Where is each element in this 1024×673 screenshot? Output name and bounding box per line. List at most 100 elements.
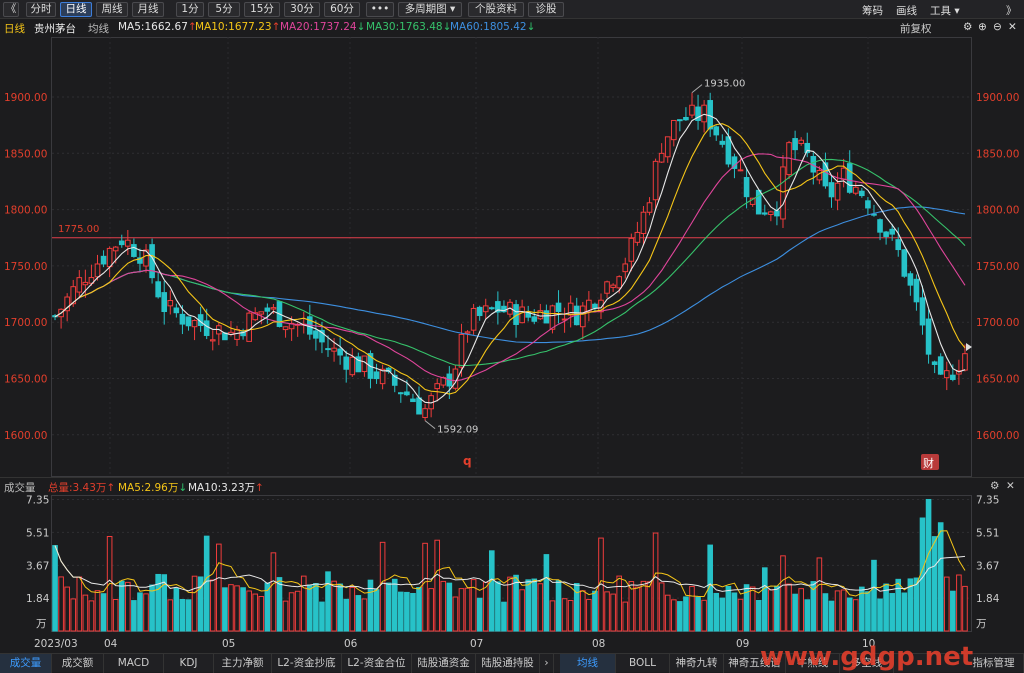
- volume-bar: [270, 552, 277, 632]
- volume-bar: [118, 580, 125, 632]
- ma20-line: [54, 153, 966, 382]
- candle-body: [725, 136, 732, 165]
- candle-body: [743, 177, 750, 198]
- volume-bar: [658, 582, 665, 632]
- volume-bar: [901, 592, 908, 632]
- candle-body: [707, 100, 713, 130]
- stock-info-button[interactable]: 个股资料: [468, 2, 524, 17]
- more-button[interactable]: •••: [366, 2, 394, 17]
- candle-body: [683, 117, 689, 121]
- candle-body: [373, 371, 380, 380]
- volume-bar: [646, 581, 653, 632]
- ma-value-3: MA20:1737.24↓: [280, 21, 366, 33]
- volume-bar: [300, 575, 307, 632]
- volume-bar: [931, 536, 938, 632]
- tab-11[interactable]: BOLL: [616, 654, 670, 673]
- tab-3[interactable]: KDJ: [164, 654, 214, 673]
- candle-body: [719, 140, 726, 145]
- volume-bar: [228, 584, 234, 632]
- volume-close-icon[interactable]: ✕: [1006, 480, 1015, 492]
- tab-1[interactable]: 成交额: [52, 654, 104, 673]
- chips-button[interactable]: 筹码: [862, 3, 883, 18]
- q-marker[interactable]: q: [463, 454, 472, 468]
- candle-body: [931, 361, 938, 365]
- candle-body: [482, 305, 489, 313]
- volume-bar: [355, 595, 362, 632]
- month-label: 06: [344, 638, 358, 650]
- daily-button[interactable]: 日线: [60, 2, 92, 17]
- volume-bar: [883, 583, 889, 632]
- candle-body: [131, 244, 137, 257]
- tab-9[interactable]: ›: [540, 654, 554, 673]
- volume-chart[interactable]: 7.35 7.35 5.51 5.51 3.67 3.67 1.84 1.84 万 万 2023/0…: [0, 494, 1024, 653]
- volume-settings-icon[interactable]: ⚙: [990, 480, 999, 492]
- tab-12[interactable]: 神奇九转: [670, 654, 724, 673]
- volume-bar: [719, 597, 726, 632]
- tab-5[interactable]: L2-资金抄底: [272, 654, 342, 673]
- period-label: 日线: [4, 23, 25, 35]
- candle-body: [549, 305, 556, 330]
- tools-button[interactable]: 工具 ▾: [930, 3, 960, 18]
- diagnose-button[interactable]: 诊股: [528, 2, 564, 17]
- volume-bar: [337, 583, 343, 632]
- price-chart[interactable]: 1900.00 1900.00 1850.00 1850.00 1800.00 1800.…: [0, 37, 1024, 477]
- settings-icon[interactable]: ⚙: [963, 21, 972, 33]
- tab-7[interactable]: 陆股通资金: [412, 654, 476, 673]
- nav-back-button[interactable]: 《: [3, 2, 19, 17]
- volume-bar: [173, 587, 180, 632]
- volume-bar: [422, 542, 428, 632]
- draw-line-button[interactable]: 画线: [896, 3, 917, 18]
- volume-bar: [701, 599, 707, 632]
- candle-body: [852, 186, 859, 194]
- ma-label[interactable]: 均线: [88, 21, 109, 36]
- volume-bar: [810, 581, 817, 632]
- volume-bar: [428, 588, 434, 632]
- candle-body: [592, 303, 598, 309]
- candle-body: [865, 200, 871, 209]
- candle-body: [895, 239, 902, 251]
- price-tick-left: 1650.00: [4, 374, 47, 386]
- price-tick-right: 1650.00: [976, 374, 1019, 386]
- candle-body: [258, 311, 265, 315]
- tab-0[interactable]: 成交量: [0, 654, 52, 673]
- 60min-button[interactable]: 60分: [324, 2, 360, 17]
- volume-bar: [604, 591, 610, 632]
- volume-bar: [513, 574, 519, 632]
- volume-bar: [549, 600, 556, 632]
- candle-body: [628, 237, 635, 262]
- adjust-button[interactable]: 前复权: [900, 21, 932, 36]
- monthly-button[interactable]: 月线: [132, 2, 164, 17]
- 15min-button[interactable]: 15分: [244, 2, 280, 17]
- volume-bar: [804, 599, 811, 632]
- volume-tick-right: 1.84: [976, 593, 1000, 605]
- 30min-button[interactable]: 30分: [284, 2, 320, 17]
- tab-4[interactable]: 主力净额: [214, 654, 272, 673]
- nav-forward-button[interactable]: 》: [1006, 3, 1017, 18]
- intraday-button[interactable]: 分时: [26, 2, 56, 17]
- fin-marker[interactable]: 财: [923, 456, 934, 470]
- volume-bar: [937, 522, 944, 632]
- candle-body: [155, 281, 161, 298]
- 1min-button[interactable]: 1分: [176, 2, 204, 17]
- month-label: 09: [736, 638, 749, 650]
- close-icon[interactable]: ✕: [1008, 21, 1017, 33]
- 5min-button[interactable]: 5分: [208, 2, 240, 17]
- add-icon[interactable]: ⊕: [978, 21, 987, 33]
- volume-bar: [58, 576, 64, 632]
- tab-6[interactable]: L2-资金合位: [342, 654, 412, 673]
- multi-period-button[interactable]: 多周期图 ▾: [398, 2, 462, 17]
- tab-2[interactable]: MACD: [104, 654, 164, 673]
- tab-8[interactable]: 陆股通持股: [476, 654, 540, 673]
- remove-icon[interactable]: ⊖: [993, 21, 1002, 33]
- price-tick-right: 1850.00: [976, 148, 1019, 160]
- stock-name[interactable]: 贵州茅台: [34, 21, 76, 36]
- candle-body: [191, 320, 198, 328]
- weekly-button[interactable]: 周线: [96, 2, 128, 17]
- volume-bar: [458, 588, 465, 632]
- volume-bar: [307, 584, 313, 632]
- volume-bar: [501, 601, 507, 632]
- candle-body: [913, 278, 920, 303]
- tab-10[interactable]: 均线: [560, 654, 616, 673]
- candle-body: [531, 316, 538, 322]
- candle-body: [470, 307, 477, 331]
